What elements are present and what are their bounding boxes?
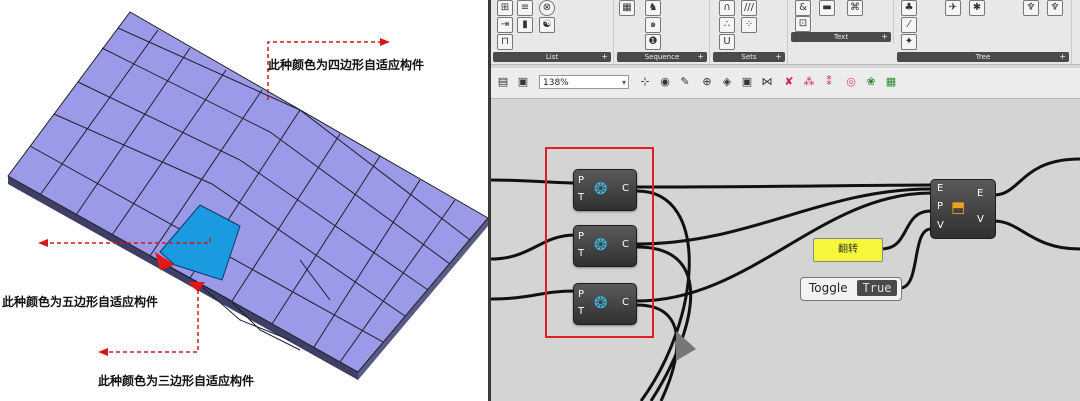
input-p[interactable]: P	[578, 289, 584, 300]
wire-toggle	[899, 227, 932, 290]
gear-icon: ❂	[594, 293, 608, 312]
wire-icon[interactable]: ⋈	[759, 74, 775, 90]
preview-eye-icon[interactable]: ◉	[657, 74, 673, 90]
component-1[interactable]: P T ❂ C	[573, 169, 637, 211]
tree-icon-1[interactable]: ♣	[901, 0, 917, 16]
toggle-label: Toggle	[809, 281, 848, 295]
sets-icon-1[interactable]: ∩	[719, 0, 735, 16]
flip-icon: ⬒	[951, 198, 966, 216]
ribbon-group-sets: ∩ /// ∴ ⁘ U Sets +	[711, 0, 788, 64]
sets-icon-2[interactable]: ///	[741, 0, 757, 16]
wire-panel	[880, 209, 932, 251]
seq-icon-4[interactable]: ❶	[645, 34, 661, 50]
list-icon-1[interactable]: ⊞	[497, 0, 513, 16]
output-e[interactable]: E	[977, 188, 983, 199]
ribbon-label-list: List +	[493, 52, 611, 62]
list-icon-7[interactable]: ⊓	[497, 34, 513, 50]
list-icon-6[interactable]: ☯	[539, 17, 555, 33]
text-icon-2[interactable]: ▬	[819, 0, 835, 16]
boolean-toggle[interactable]: Toggle True	[800, 277, 902, 301]
tree-icon-3[interactable]: ✱	[969, 0, 985, 16]
seq-icon-2[interactable]: ♞	[645, 0, 661, 16]
arrow-head-tri	[98, 348, 108, 356]
output-v[interactable]: V	[977, 214, 984, 225]
zoom-extents-icon[interactable]: ⊹	[637, 74, 653, 90]
seq-icon-1[interactable]: ▦	[619, 0, 635, 16]
component-ribbon: ⊞ ≡ ⊗ ⇥ ▮ ☯ ⊓ List + ▦ ♞ ๑ ❶ Sequence + ∩ …	[491, 0, 1080, 65]
grasshopper-canvas[interactable]: P T ❂ C P T ❂ C P T ❂ C E P V ⬒ E V 翻转 T…	[491, 99, 1080, 401]
cluster-icon[interactable]: ⁂	[801, 74, 817, 90]
sets-icon-4[interactable]: ⁘	[741, 17, 757, 33]
sketch-icon[interactable]: ✎	[677, 74, 693, 90]
canvas-toolbar: ▤ ▣ 138% ▾ ⊹ ◉ ✎ ⊕ ◈ ▣ ⋈ ✘ ⁂ ⁑ ◎ ❀ ▦	[491, 68, 1080, 99]
wire-out-1	[636, 183, 932, 189]
output-c[interactable]: C	[622, 239, 629, 250]
disable-icon[interactable]: ✘	[781, 74, 797, 90]
sets-icon-3[interactable]: ∴	[719, 17, 735, 33]
annotation-penta: 此种颜色为五边形自适应构件	[2, 295, 159, 309]
ribbon-group-list: ⊞ ≡ ⊗ ⇥ ▮ ☯ ⊓ List +	[491, 0, 614, 64]
text-icon-3[interactable]: ⌘	[847, 0, 863, 16]
tree-icon-6[interactable]: ⁄	[901, 17, 917, 33]
list-icon-2[interactable]: ≡	[517, 0, 533, 16]
input-p[interactable]: P	[937, 201, 943, 212]
ribbon-label-text: Text +	[791, 32, 891, 42]
text-panel[interactable]: 翻转	[813, 238, 883, 262]
input-p[interactable]: P	[578, 175, 584, 186]
bake-icon[interactable]: ⊕	[699, 74, 715, 90]
shaded-icon[interactable]: ▣	[739, 74, 755, 90]
annotation-tri: 此种颜色为三边形自适应构件	[98, 374, 255, 388]
tree-icon-5[interactable]: ♆	[1047, 0, 1063, 16]
wire-big-out-2	[993, 219, 1080, 251]
record-icon[interactable]: ◎	[843, 74, 859, 90]
list-icon-4[interactable]: ⇥	[497, 17, 513, 33]
output-c[interactable]: C	[622, 183, 629, 194]
arrow-head-penta	[38, 239, 48, 247]
gear-icon: ❂	[594, 235, 608, 254]
tree-icon-4[interactable]: ♆	[1023, 0, 1039, 16]
cursor-arrow	[676, 331, 696, 361]
grasshopper-window: ⊞ ≡ ⊗ ⇥ ▮ ☯ ⊓ List + ▦ ♞ ๑ ❶ Sequence + ∩ …	[491, 0, 1080, 401]
input-e[interactable]: E	[937, 183, 943, 194]
tree-icon-7[interactable]: ✦	[901, 34, 917, 50]
sets-icon-5[interactable]: U	[719, 34, 735, 50]
output-c[interactable]: C	[622, 297, 629, 308]
list-icon-5[interactable]: ▮	[517, 17, 533, 33]
component-3[interactable]: P T ❂ C	[573, 283, 637, 325]
input-t[interactable]: T	[578, 306, 584, 317]
seq-icon-3[interactable]: ๑	[645, 17, 661, 33]
input-t[interactable]: T	[578, 192, 584, 203]
tree-icon-2[interactable]: ✈	[945, 0, 961, 16]
arrow-head-quad	[380, 38, 390, 46]
annotation-quad: 此种颜色为四边形自适应构件	[268, 58, 425, 72]
preview-mode-icon[interactable]: ◈	[719, 74, 735, 90]
ribbon-label-sequence: Sequence +	[617, 52, 707, 62]
text-icon-4[interactable]: ⊡	[795, 16, 811, 32]
input-v[interactable]: V	[937, 220, 944, 231]
open-icon[interactable]: ▤	[495, 74, 511, 90]
cull-icon[interactable]: ⊗	[539, 0, 555, 16]
flip-component[interactable]: E P V ⬒ E V	[930, 179, 996, 239]
text-icon-1[interactable]: &	[795, 0, 811, 16]
grid-icon[interactable]: ▦	[883, 74, 899, 90]
save-icon[interactable]: ▣	[515, 74, 531, 90]
ribbon-group-sequence: ▦ ♞ ๑ ❶ Sequence +	[615, 0, 710, 64]
ribbon-label-sets: Sets +	[713, 52, 785, 62]
input-t[interactable]: T	[578, 248, 584, 259]
surface-illustration: 此种颜色为四边形自适应构件 此种颜色为五边形自适应构件 此种颜色为三边形自适应构…	[0, 0, 490, 401]
zoom-dropdown[interactable]: 138% ▾	[539, 75, 629, 89]
input-p[interactable]: P	[578, 231, 584, 242]
gear-icon: ❂	[594, 179, 608, 198]
plugin-icon[interactable]: ❀	[863, 74, 879, 90]
ribbon-label-tree: Tree +	[897, 52, 1069, 62]
ribbon-group-tree: ♣ ✈ ✱ ♆ ♆ ⁄ ✦ Tree +	[895, 0, 1072, 64]
toggle-value[interactable]: True	[857, 280, 897, 296]
wire-big-out-1	[993, 157, 1080, 197]
ribbon-group-text: & ▬ ⌘ ⊡ Text +	[789, 0, 894, 44]
component-2[interactable]: P T ❂ C	[573, 225, 637, 267]
hide-icon[interactable]: ⁑	[821, 74, 837, 90]
